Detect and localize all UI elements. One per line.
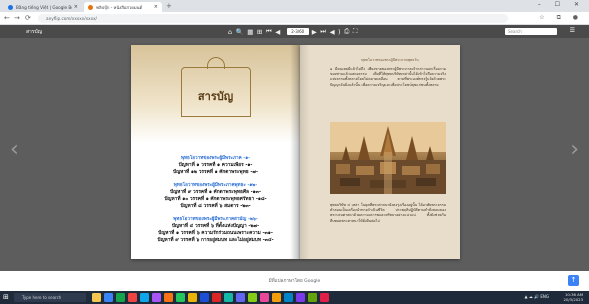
zoom-icon[interactable]: 🔍	[236, 28, 248, 36]
taskbar-app-icon[interactable]	[320, 293, 329, 302]
browser-tab-active[interactable]: ฟลิปบุ๊ก - หนังสือสวดมนต์ ×	[84, 2, 162, 12]
ornamental-header: สารบัญ	[131, 45, 300, 143]
toc-item[interactable]: ปัญหาที่ ๑ วรรคที่ ๑ ความเพียร -๑-	[131, 162, 300, 169]
print-icon[interactable]: ⎙	[344, 27, 353, 36]
toc-item[interactable]: ปัญหาที่ ๑๐ วรรคที่ ๑ ศักดาพระพุทธศรัทธา…	[131, 196, 300, 203]
share-icon[interactable]: ⊞	[257, 28, 266, 36]
clock-date: 20/3/2023	[563, 296, 583, 302]
body-paragraph: ๑ มีคนเคยมีแล้วไม่ถึง เพียงชายของพระผู้ม…	[330, 67, 446, 87]
first-page-icon[interactable]: ⏮	[266, 27, 275, 36]
taskbar-app-icon[interactable]	[176, 293, 185, 302]
tab-close-icon[interactable]: ×	[154, 4, 158, 10]
toc-title: สารบัญ	[197, 90, 234, 103]
viewer-search-input[interactable]: Search	[505, 28, 557, 35]
thumbnails-icon[interactable]: ▦	[247, 28, 257, 36]
toc-item[interactable]: ปัญหาที่ ๑ วรรคที่ ๖ ความรักร่วมถนนเพราะ…	[131, 230, 300, 237]
next-page-arrow-icon[interactable]: ›	[570, 137, 579, 162]
left-page[interactable]: สารบัญ พุทธโอวาทของพระผู้มีพระภาค -๑- ปั…	[131, 45, 300, 259]
taskbar-app-icon[interactable]	[116, 293, 125, 302]
flipbook-viewer: สารบัญ ⌂ 🔍 ▦ ⊞ ⏮ ◀ 2-3/60 ▶ ⏭ ◀) ⎙ ⛶ Sea…	[0, 25, 589, 271]
toc-item[interactable]: ปัญหาที่ ๘ วรรคที่ ๖ สมดาร -๒๓-	[131, 203, 300, 210]
taskbar-app-icon[interactable]	[260, 293, 269, 302]
tab-title: Bằng tiếng Việt | Google Books	[16, 4, 72, 10]
taskbar-app-icon[interactable]	[308, 293, 317, 302]
toc-item[interactable]: ปัญหาที่ ๑๒ วรรคที่ ๑ ศักดาพระพุทธ -๗-	[131, 169, 300, 176]
toc-item[interactable]: ปัญหาที่ ๙ วรรคที่ ๑ ศักดาพระพุทธศีล -๑๓…	[131, 189, 300, 196]
browser-tab-bar: Bằng tiếng Việt | Google Books × ฟลิปบุ๊…	[0, 0, 589, 12]
viewer-tools: ⌂ 🔍 ▦ ⊞ ⏮ ◀ 2-3/60 ▶ ⏭ ◀) ⎙ ⛶	[228, 27, 361, 36]
taskbar-app-icon[interactable]	[284, 293, 293, 302]
taskbar-app-icon[interactable]	[164, 293, 173, 302]
taskbar-app-icon[interactable]	[236, 293, 245, 302]
tab-favicon-icon	[88, 4, 93, 10]
tab-favicon-icon	[8, 4, 13, 10]
temple-city-illustration	[330, 122, 446, 194]
toc-item[interactable]: ปัญหาที่ ๔ วรรคที่ ๖ ที่ตั้งแห่งปัญญา -๒…	[131, 223, 300, 230]
reload-icon[interactable]: ⟳	[25, 14, 31, 22]
window-controls[interactable]: – ☐ ✕	[538, 1, 585, 8]
page-number-input[interactable]: 2-3/60	[286, 28, 309, 35]
taskbar-apps	[92, 293, 329, 302]
table-of-contents: พุทธโอวาทของพระผู้มีพระภาค -๑- ปัญหาที่ …	[131, 149, 300, 244]
prev-page-arrow-icon[interactable]: ‹	[10, 137, 19, 162]
fullscreen-icon[interactable]: ⛶	[353, 27, 361, 36]
prev-page-icon[interactable]: ◀	[275, 28, 284, 36]
viewer-toolbar: สารบัญ ⌂ 🔍 ▦ ⊞ ⏮ ◀ 2-3/60 ▶ ⏭ ◀) ⎙ ⛶ Sea…	[0, 25, 589, 38]
taskbar-search-input[interactable]: Type here to search	[14, 293, 86, 302]
next-page-icon[interactable]: ▶	[312, 28, 321, 36]
new-tab-button[interactable]: +	[166, 2, 172, 10]
taskbar-app-icon[interactable]	[248, 293, 257, 302]
page-footer: มีที่แปลภาษาโดย Google ↑	[0, 271, 589, 291]
system-tray-icons[interactable]: ▲ ☁ 🔊 ENG	[525, 294, 550, 299]
taskbar-app-icon[interactable]	[152, 293, 161, 302]
sound-icon[interactable]: ◀)	[330, 28, 345, 36]
taskbar-app-icon[interactable]	[128, 293, 137, 302]
taskbar-app-icon[interactable]	[104, 293, 113, 302]
forward-arrow-icon[interactable]: →	[14, 14, 20, 22]
taskbar-app-icon[interactable]	[224, 293, 233, 302]
right-page[interactable]: พุทธโอวาทของพระผู้มีพระภาคพุทธวัน ๑ มีคน…	[300, 45, 460, 259]
taskbar-app-icon[interactable]	[272, 293, 281, 302]
tab-title: ฟลิปบุ๊ก - หนังสือสวดมนต์	[96, 4, 143, 10]
toc-section-heading[interactable]: พุทธโอวาทของพระผู้มีพระภาค -๑-	[131, 155, 300, 162]
taskbar-app-icon[interactable]	[188, 293, 197, 302]
viewer-title: สารบัญ	[26, 29, 42, 35]
back-arrow-icon[interactable]: ←	[4, 14, 10, 22]
taskbar: ⊞ Type here to search ▲ ☁ 🔊 ENG 10:36 AM…	[0, 291, 589, 304]
toc-section-heading[interactable]: พุทธโอวาทของพระผู้มีพระภาคสามัญ -๒๖-	[131, 216, 300, 223]
windows-start-icon[interactable]: ⊞	[3, 294, 10, 301]
taskbar-app-icon[interactable]	[200, 293, 209, 302]
body-paragraph: พุทธบริษัท ๔ เหล่า ในยุคที่พระศาสนายังคง…	[330, 203, 446, 223]
tab-close-icon[interactable]: ×	[74, 4, 78, 10]
google-translate-link[interactable]: มีที่แปลภาษาโดย Google	[0, 278, 589, 285]
browser-toolbar-icons[interactable]: ☆ ⧉ ●	[539, 14, 583, 22]
last-page-icon[interactable]: ⏭	[320, 27, 329, 36]
toc-section-heading[interactable]: พุทธโอวาทของพระผู้มีพระภาคพุทธะ -๑๒-	[131, 182, 300, 189]
menu-icon[interactable]: ☰	[570, 27, 575, 34]
browser-nav-bar: ← → ⟳ anyflip.com/xxxxx/xxxx/ ☆ ⧉ ●	[0, 12, 589, 25]
taskbar-app-icon[interactable]	[140, 293, 149, 302]
scroll-top-button[interactable]: ↑	[568, 275, 579, 286]
browser-tab[interactable]: Bằng tiếng Việt | Google Books ×	[4, 2, 82, 12]
taskbar-app-icon[interactable]	[296, 293, 305, 302]
home-icon[interactable]: ⌂	[228, 28, 236, 36]
taskbar-app-icon[interactable]	[212, 293, 221, 302]
clock[interactable]: 10:36 AM 20/3/2023	[563, 292, 583, 302]
page-caption: พุทธโอวาทของพระผู้มีพระภาคพุทธวัน	[361, 58, 419, 62]
address-bar[interactable]: anyflip.com/xxxxx/xxxx/	[38, 14, 508, 23]
toc-item[interactable]: ปัญหาที่ ๙ วรรคที่ ๖ การอยู่สมบท และไม่อ…	[131, 237, 300, 244]
taskbar-app-icon[interactable]	[92, 293, 101, 302]
illustration-svg	[330, 122, 446, 194]
